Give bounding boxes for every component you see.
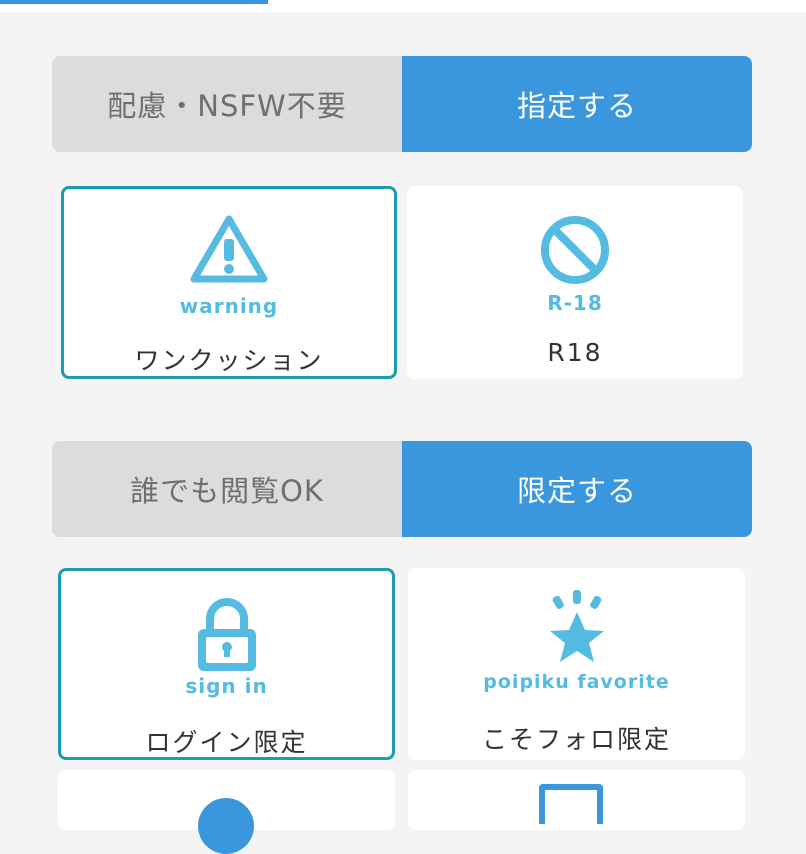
- warning-icon: [64, 213, 394, 285]
- r18-prohibited-icon: [407, 214, 743, 286]
- option-card-login-only[interactable]: sign in ログイン限定: [58, 568, 395, 760]
- audience-on-option[interactable]: 限定する: [402, 441, 752, 537]
- warning-icon-label: warning: [179, 294, 279, 318]
- option-label-one-cushion: ワンクッション: [134, 346, 324, 375]
- option-label-kosofollow-only: こそフォロ限定: [481, 725, 671, 754]
- nsfw-on-option[interactable]: 指定する: [402, 56, 752, 152]
- option-card-one-cushion[interactable]: warning ワンクッション: [61, 186, 397, 379]
- audience-toggle: 誰でも閲覧OK 限定する: [52, 441, 752, 537]
- active-tab-underline: [0, 0, 268, 4]
- partial-circle-icon: [198, 798, 254, 854]
- option-card-partial-left[interactable]: [58, 770, 395, 854]
- audience-off-option[interactable]: 誰でも閲覧OK: [52, 441, 402, 537]
- option-label-r18: R18: [547, 338, 603, 367]
- option-card-kosofollow-only[interactable]: poipiku favorite こそフォロ限定: [408, 568, 745, 760]
- r18-icon-label: R-18: [547, 291, 603, 315]
- lock-icon-label: sign in: [185, 674, 268, 698]
- option-card-r18[interactable]: R-18 R18: [407, 186, 743, 379]
- star-icon: [408, 588, 745, 668]
- nsfw-off-option[interactable]: 配慮・NSFW不要: [52, 56, 402, 152]
- lock-icon: [61, 597, 392, 675]
- partial-square-icon: [539, 784, 603, 824]
- nsfw-toggle: 配慮・NSFW不要 指定する: [52, 56, 752, 152]
- star-icon-label: poipiku favorite: [483, 671, 670, 693]
- option-card-partial-right[interactable]: [408, 770, 745, 830]
- option-label-login-only: ログイン限定: [145, 728, 308, 757]
